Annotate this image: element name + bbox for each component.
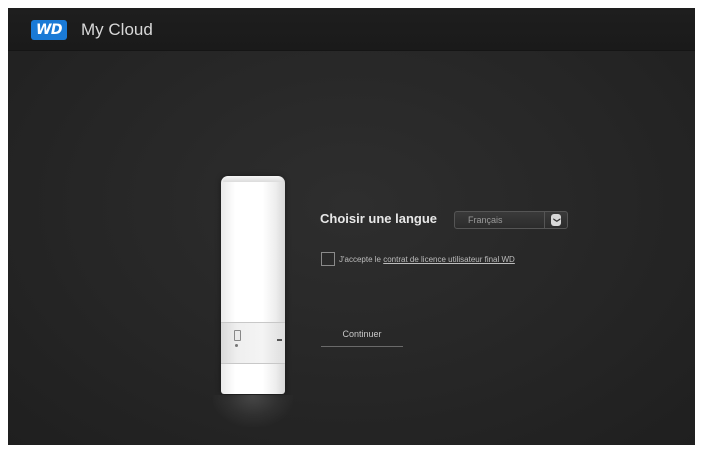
continue-button[interactable]: Continuer bbox=[321, 327, 403, 347]
terms-prefix: J'accepte le bbox=[339, 255, 384, 264]
terms-text: J'accepte le contrat de licence utilisat… bbox=[339, 254, 515, 265]
language-label: Choisir une langue bbox=[320, 211, 438, 226]
language-select-value: Français bbox=[468, 215, 503, 225]
top-bar: WD My Cloud bbox=[8, 8, 695, 51]
device-slot-icon bbox=[277, 339, 282, 341]
device-illustration bbox=[221, 176, 285, 394]
wd-logo: WD bbox=[31, 20, 67, 40]
terms-checkbox[interactable] bbox=[321, 252, 335, 266]
device-led-icon bbox=[234, 330, 241, 341]
app-window: WD My Cloud Choisir une langue Français … bbox=[8, 8, 695, 445]
app-title: My Cloud bbox=[81, 20, 153, 39]
device-reflection bbox=[213, 395, 293, 427]
language-select[interactable]: Français ❯ bbox=[454, 211, 568, 229]
chevron-down-icon[interactable]: ❯ bbox=[551, 214, 561, 226]
select-divider bbox=[544, 212, 545, 228]
device-top bbox=[223, 176, 283, 182]
device-band bbox=[221, 322, 285, 364]
terms-link[interactable]: contrat de licence utilisateur final WD bbox=[383, 255, 515, 264]
device-dot-icon bbox=[235, 344, 238, 347]
